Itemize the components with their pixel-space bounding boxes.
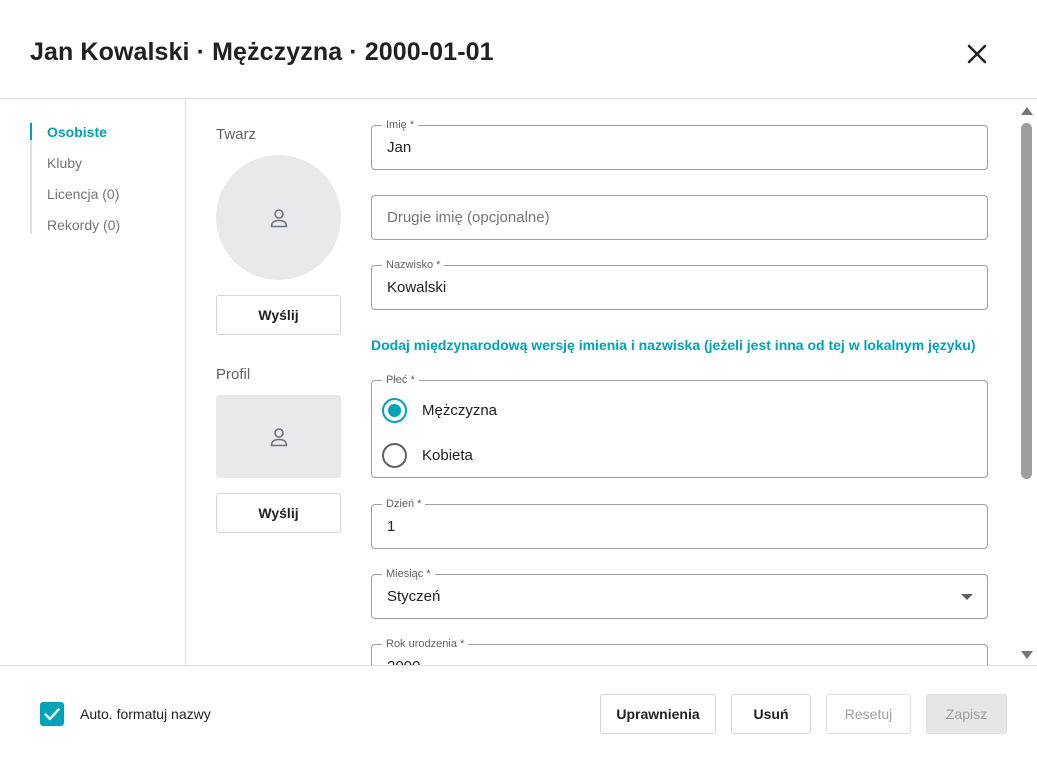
upload-profile-button[interactable]: Wyślij — [216, 493, 341, 533]
save-button[interactable]: Zapisz — [926, 694, 1007, 734]
dialog-title: Jan Kowalski · Mężczyzna · 2000-01-01 — [30, 38, 494, 66]
last-name-field[interactable]: Nazwisko * Kowalski — [371, 259, 988, 310]
sidebar-nav: Osobiste Kluby Licencja (0) Rekordy (0) — [0, 99, 186, 665]
face-photo-placeholder — [216, 155, 341, 280]
user-icon — [270, 427, 287, 446]
profile-photo-placeholder — [216, 395, 341, 478]
sidebar-item-licencja[interactable]: Licencja (0) — [47, 186, 119, 202]
birth-year-label: Rok urodzenia * — [382, 638, 469, 650]
auto-format-label[interactable]: Auto. formatuj nazwy — [80, 706, 211, 722]
sidebar-item-rekordy[interactable]: Rekordy (0) — [47, 217, 120, 233]
first-name-field[interactable]: Imię * Jan — [371, 119, 988, 170]
last-name-label: Nazwisko * — [382, 259, 445, 271]
scrollbar-thumb[interactable] — [1021, 123, 1032, 479]
dialog-header: Jan Kowalski · Mężczyzna · 2000-01-01 — [0, 0, 1037, 99]
middle-name-field[interactable]: Drugie imię (opcjonalne) — [371, 195, 988, 240]
gender-option-female[interactable]: Kobieta — [382, 442, 473, 468]
profile-photo-label: Profil — [216, 366, 251, 383]
scroll-up-arrow-icon[interactable] — [1021, 107, 1033, 115]
gender-radio-group: Płeć * Mężczyzna Kobieta — [371, 374, 988, 478]
first-name-value[interactable]: Jan — [387, 139, 411, 156]
auto-format-checkbox[interactable] — [40, 702, 64, 726]
delete-button[interactable]: Usuń — [731, 694, 811, 734]
day-value[interactable]: 1 — [387, 518, 395, 535]
dialog-footer: Auto. formatuj nazwy Uprawnienia Usuń Re… — [0, 665, 1037, 761]
last-name-value[interactable]: Kowalski — [387, 279, 446, 296]
gender-option-male[interactable]: Mężczyzna — [382, 397, 497, 423]
upload-face-button[interactable]: Wyślij — [216, 295, 341, 335]
gender-option-female-label: Kobieta — [422, 446, 473, 464]
close-icon — [967, 44, 987, 64]
birth-year-field[interactable]: Rok urodzenia * 2000 — [371, 638, 988, 665]
day-label: Dzień * — [382, 498, 426, 510]
face-photo-label: Twarz — [216, 126, 257, 143]
permissions-button[interactable]: Uprawnienia — [600, 694, 716, 734]
reset-button[interactable]: Resetuj — [826, 694, 911, 734]
gender-label: Płeć * — [382, 374, 419, 386]
form-content: Twarz Wyślij Profil Wyślij Imię * Jan Dr… — [186, 99, 1037, 665]
content-scrollbar[interactable] — [1016, 99, 1037, 665]
add-international-name-link[interactable]: Dodaj międzynarodową wersję imienia i na… — [371, 337, 976, 353]
user-icon — [270, 208, 287, 227]
month-value[interactable]: Styczeń — [387, 588, 440, 605]
month-select[interactable]: Miesiąc * Styczeń — [371, 568, 988, 619]
radio-female[interactable] — [382, 442, 407, 468]
checkmark-icon — [44, 708, 60, 721]
birth-year-value[interactable]: 2000 — [387, 658, 420, 665]
middle-name-placeholder[interactable]: Drugie imię (opcjonalne) — [387, 209, 550, 226]
sidebar-item-kluby[interactable]: Kluby — [47, 155, 82, 171]
day-field[interactable]: Dzień * 1 — [371, 498, 988, 549]
scroll-down-arrow-icon[interactable] — [1021, 651, 1033, 659]
nav-active-indicator — [30, 123, 32, 140]
close-button[interactable] — [960, 37, 994, 71]
chevron-down-icon[interactable] — [961, 594, 973, 600]
gender-option-male-label: Mężczyzna — [422, 401, 498, 419]
sidebar-item-osobiste[interactable]: Osobiste — [47, 124, 107, 140]
radio-male[interactable] — [382, 397, 407, 423]
first-name-label: Imię * — [382, 119, 419, 131]
month-label: Miesiąc * — [382, 568, 435, 580]
